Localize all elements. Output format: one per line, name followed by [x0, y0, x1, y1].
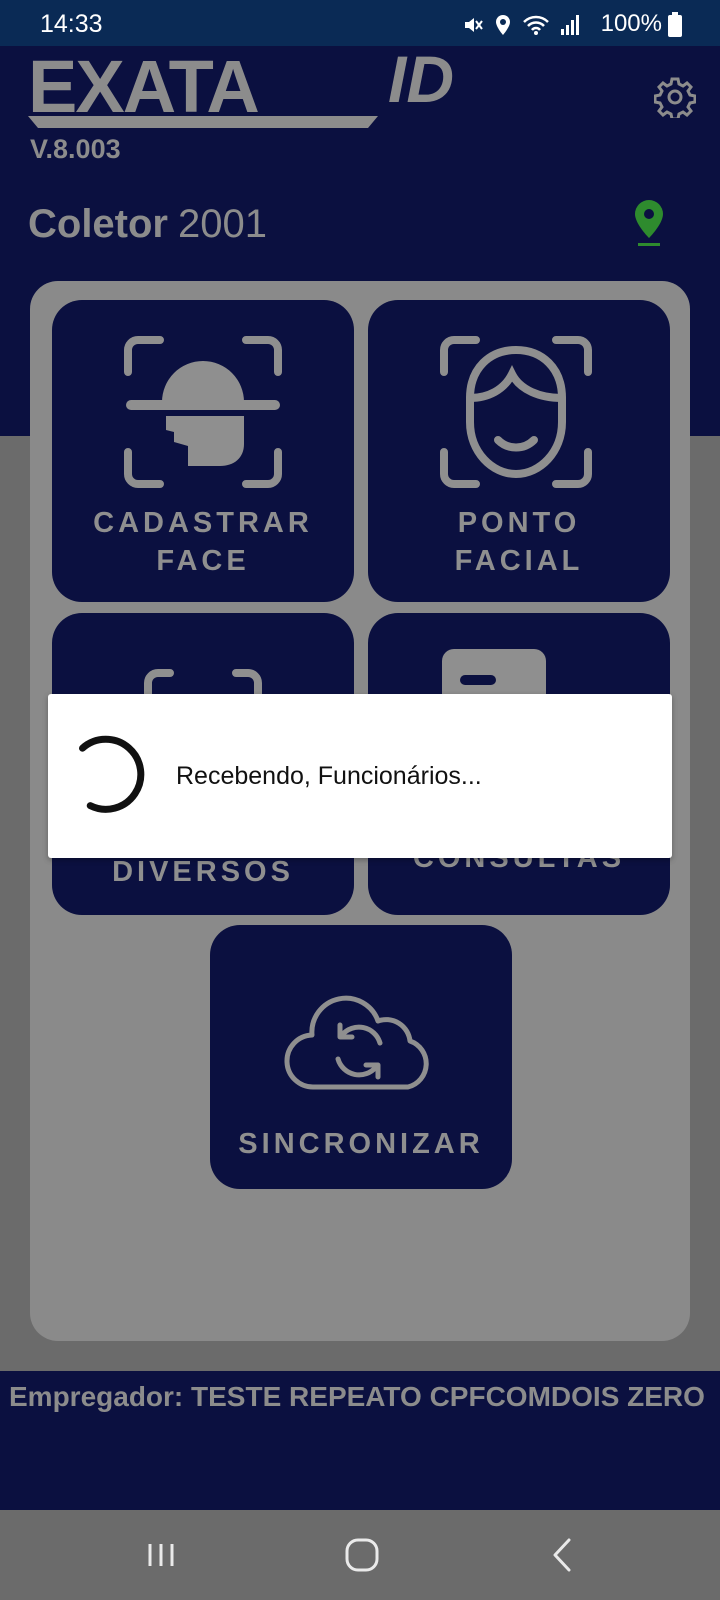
facial-point-tile[interactable]: PONTO FACIAL	[368, 300, 670, 602]
back-icon[interactable]	[541, 1532, 587, 1578]
footer: Empregador: TESTE REPEATO CPFCOMDOIS ZER…	[0, 1371, 720, 1510]
register-face-label-line1: CADASTRAR	[93, 507, 313, 539]
wifi-icon	[523, 15, 549, 35]
recent-apps-icon[interactable]	[138, 1532, 184, 1578]
sync-label: SINCRONIZAR	[238, 1128, 484, 1160]
app-version: V.8.003	[30, 134, 121, 164]
mute-icon	[465, 18, 483, 32]
sync-tile[interactable]: SINCRONIZAR	[210, 925, 512, 1189]
facial-point-label-line1: PONTO	[457, 507, 581, 539]
register-face-tile[interactable]: CADASTRAR FACE	[52, 300, 354, 602]
battery-icon	[668, 12, 682, 37]
location-status-icon	[496, 15, 510, 35]
settings-gear-icon[interactable]	[654, 76, 696, 118]
face-icon	[440, 336, 592, 488]
loading-dialog: Recebendo, Funcionários...	[48, 694, 672, 858]
status-bar: 14:33 100%	[0, 0, 720, 46]
employer-text: Empregador: TESTE REPEATO CPFCOMDOIS ZER…	[9, 1381, 705, 1412]
collector-value: 2001	[178, 202, 267, 246]
home-icon[interactable]	[339, 1532, 385, 1578]
register-face-label-line2: FACE	[156, 545, 250, 577]
svg-text:ID: ID	[388, 50, 454, 116]
battery-percent: 100%	[600, 10, 662, 37]
location-pin-icon	[635, 200, 663, 246]
spinner-icon	[79, 735, 145, 813]
signal-icon	[561, 15, 579, 35]
collector-label: Coletor	[28, 202, 168, 246]
status-time: 14:33	[40, 10, 103, 38]
cloud-sync-icon	[284, 995, 429, 1090]
misc-label: DIVERSOS	[112, 856, 294, 888]
status-icons	[462, 12, 580, 38]
exata-id-logo: EXATA ID	[28, 50, 454, 128]
navigation-bar	[0, 1510, 720, 1600]
face-scan-icon	[124, 336, 282, 488]
loading-message: Recebendo, Funcionários...	[176, 762, 482, 790]
facial-point-label-line2: FACIAL	[454, 545, 584, 577]
